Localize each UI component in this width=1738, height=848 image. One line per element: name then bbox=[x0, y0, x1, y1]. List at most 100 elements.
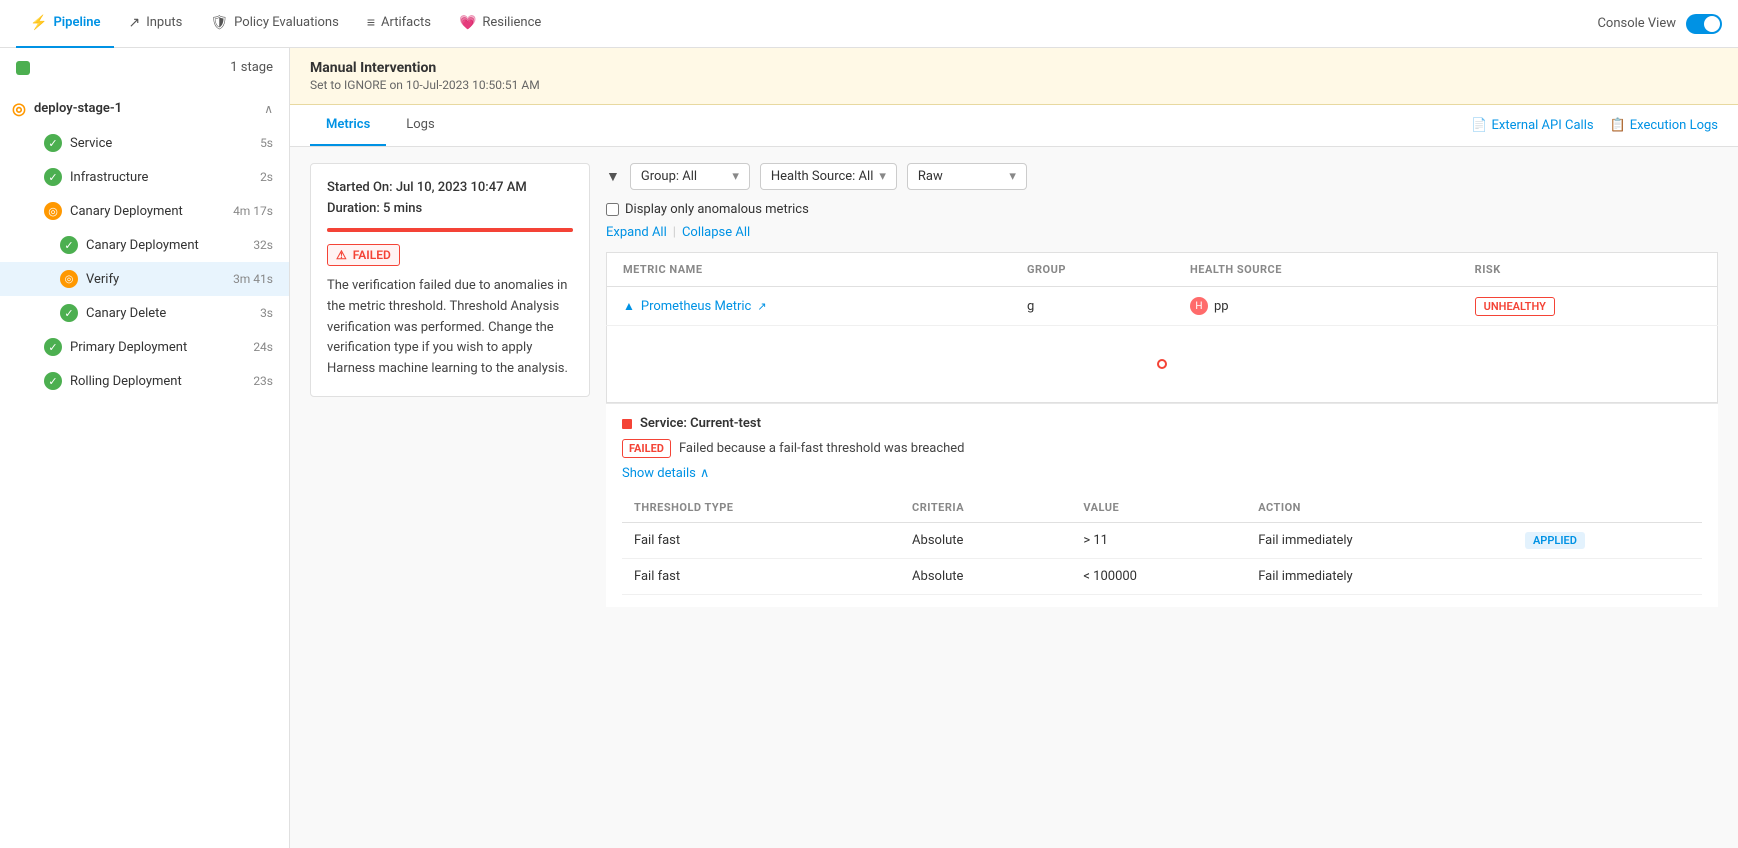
step-canary-delete-status: ✓ bbox=[60, 304, 78, 322]
step-canary-group-label: Canary Deployment bbox=[70, 204, 183, 219]
threshold-applied-2 bbox=[1513, 559, 1702, 595]
threshold-action-2: Fail immediately bbox=[1246, 559, 1513, 595]
execution-logs-icon: 📋 bbox=[1610, 118, 1626, 133]
main-layout: 1 stage ◎ deploy-stage-1 ∧ ✓ Service 5s bbox=[0, 48, 1738, 848]
raw-filter[interactable]: Raw ▾ bbox=[907, 163, 1027, 190]
anomaly-checkbox-label: Display only anomalous metrics bbox=[625, 202, 809, 217]
health-source-chevron: ▾ bbox=[879, 169, 886, 184]
col-action: ACTION bbox=[1246, 493, 1513, 523]
threshold-criteria-1: Absolute bbox=[900, 523, 1071, 559]
policy-icon: 🛡 bbox=[210, 15, 228, 31]
nav-policy-evaluations[interactable]: 🛡 Policy Evaluations bbox=[196, 0, 352, 48]
top-navigation: ⚡ Pipeline ↗ Inputs 🛡 Policy Evaluations… bbox=[0, 0, 1738, 48]
anomaly-checkbox-input[interactable] bbox=[606, 203, 619, 216]
expand-collapse-bar: Expand All | Collapse All bbox=[606, 225, 1718, 240]
service-message: Failed because a fail-fast threshold was… bbox=[679, 441, 965, 456]
step-infrastructure-status: ✓ bbox=[44, 168, 62, 186]
step-canary-group-status: ◎ bbox=[44, 202, 62, 220]
intervention-title: Manual Intervention bbox=[310, 60, 1718, 76]
progress-fill bbox=[327, 228, 573, 232]
step-primary-deployment[interactable]: ✓ Primary Deployment 24s bbox=[0, 330, 289, 364]
filter-bar: ▼ Group: All ▾ Health Source: All ▾ Raw … bbox=[606, 163, 1718, 190]
chart-row bbox=[607, 326, 1718, 403]
threshold-value-1: > 11 bbox=[1071, 523, 1246, 559]
stage-indicator bbox=[16, 61, 30, 75]
step-primary-label: Primary Deployment bbox=[70, 340, 187, 355]
intervention-banner: Manual Intervention Set to IGNORE on 10-… bbox=[290, 48, 1738, 105]
applied-badge: APPLIED bbox=[1525, 532, 1585, 549]
step-canary-deployment-group[interactable]: ◎ Canary Deployment 4m 17s bbox=[0, 194, 289, 228]
metric-health-cell: H pp bbox=[1174, 287, 1459, 326]
threshold-table-header: THRESHOLD TYPE CRITERIA VALUE ACTION bbox=[622, 493, 1702, 523]
step-canary-child-duration: 32s bbox=[253, 238, 273, 252]
step-canary-delete-duration: 3s bbox=[260, 306, 273, 320]
metrics-table: METRIC NAME GROUP HEALTH SOURCE RISK ▲ bbox=[606, 252, 1718, 403]
artifacts-icon: ≡ bbox=[367, 14, 375, 31]
step-verify-label: Verify bbox=[86, 272, 119, 287]
stage-group-header[interactable]: ◎ deploy-stage-1 ∧ bbox=[0, 91, 289, 126]
metrics-tabs: Metrics Logs 📄 External API Calls 📋 Exec… bbox=[290, 105, 1738, 147]
metric-name-cell: ▲ Prometheus Metric ↗ bbox=[607, 287, 1011, 326]
console-view-toggle[interactable] bbox=[1686, 14, 1722, 34]
show-details-button[interactable]: Show details ∧ bbox=[622, 466, 1702, 481]
step-infrastructure[interactable]: ✓ Infrastructure 2s bbox=[0, 160, 289, 194]
health-source-filter[interactable]: Health Source: All ▾ bbox=[760, 163, 897, 190]
threshold-table: THRESHOLD TYPE CRITERIA VALUE ACTION Fai… bbox=[622, 493, 1702, 595]
step-primary-duration: 24s bbox=[253, 340, 273, 354]
tab-metrics[interactable]: Metrics bbox=[310, 105, 386, 146]
external-link-icon[interactable]: ↗ bbox=[757, 300, 766, 313]
step-verify-status: ◎ bbox=[60, 270, 78, 288]
table-row: ▲ Prometheus Metric ↗ g bbox=[607, 287, 1718, 326]
content-area: Manual Intervention Set to IGNORE on 10-… bbox=[290, 48, 1738, 848]
prometheus-metric-cell[interactable]: ▲ Prometheus Metric ↗ bbox=[623, 299, 995, 314]
service-failed-row: FAILED Failed because a fail-fast thresh… bbox=[622, 439, 1702, 458]
step-canary-delete[interactable]: ✓ Canary Delete 3s bbox=[0, 296, 289, 330]
threshold-type-2: Fail fast bbox=[622, 559, 900, 595]
stage-header: 1 stage bbox=[0, 48, 289, 87]
info-panel: Started On: Jul 10, 2023 10:47 AM Durati… bbox=[310, 163, 590, 397]
chart-cell bbox=[607, 326, 1718, 403]
metrics-two-col: Started On: Jul 10, 2023 10:47 AM Durati… bbox=[310, 163, 1718, 607]
nav-artifacts[interactable]: ≡ Artifacts bbox=[353, 0, 445, 48]
filter-icon: ▼ bbox=[606, 168, 620, 185]
col-applied bbox=[1513, 493, 1702, 523]
threshold-type-1: Fail fast bbox=[622, 523, 900, 559]
threshold-applied-1: APPLIED bbox=[1513, 523, 1702, 559]
col-risk: RISK bbox=[1459, 253, 1718, 287]
step-rolling-duration: 23s bbox=[253, 374, 273, 388]
group-filter[interactable]: Group: All ▾ bbox=[630, 163, 750, 190]
expand-all-button[interactable]: Expand All bbox=[606, 225, 667, 240]
step-rolling-deployment[interactable]: ✓ Rolling Deployment 23s bbox=[0, 364, 289, 398]
nav-inputs[interactable]: ↗ Inputs bbox=[114, 0, 196, 48]
stage-chevron-icon: ∧ bbox=[264, 102, 273, 116]
collapse-all-button[interactable]: Collapse All bbox=[682, 225, 750, 240]
started-label: Started On: bbox=[327, 180, 393, 195]
raw-filter-chevron: ▾ bbox=[1009, 169, 1016, 184]
service-dot bbox=[622, 419, 632, 429]
nav-resilience[interactable]: 💗 Resilience bbox=[445, 0, 555, 48]
chart-dot bbox=[1157, 359, 1167, 369]
execution-logs-button[interactable]: 📋 Execution Logs bbox=[1610, 118, 1718, 133]
stage-group: ◎ deploy-stage-1 ∧ ✓ Service 5s ✓ Infras… bbox=[0, 87, 289, 402]
duration-row: Duration: 5 mins bbox=[327, 201, 573, 216]
nav-right: Console View bbox=[1597, 14, 1722, 34]
step-canary-delete-label: Canary Delete bbox=[86, 306, 166, 321]
col-value: VALUE bbox=[1071, 493, 1246, 523]
service-header: Service: Current-test bbox=[622, 416, 1702, 431]
col-health-source: HEALTH SOURCE bbox=[1174, 253, 1459, 287]
step-verify[interactable]: ◎ Verify 3m 41s bbox=[0, 262, 289, 296]
resilience-icon: 💗 bbox=[459, 15, 476, 31]
threshold-row-2: Fail fast Absolute < 100000 Fail immedia… bbox=[622, 559, 1702, 595]
pipeline-icon: ⚡ bbox=[30, 15, 47, 31]
external-api-calls-button[interactable]: 📄 External API Calls bbox=[1471, 118, 1593, 133]
col-metric-name: METRIC NAME bbox=[607, 253, 1011, 287]
tab-logs[interactable]: Logs bbox=[390, 105, 450, 146]
step-service[interactable]: ✓ Service 5s bbox=[0, 126, 289, 160]
step-rolling-status: ✓ bbox=[44, 372, 62, 390]
metrics-table-header: METRIC NAME GROUP HEALTH SOURCE RISK bbox=[607, 253, 1718, 287]
step-canary-deployment-child[interactable]: ✓ Canary Deployment 32s bbox=[0, 228, 289, 262]
nav-pipeline[interactable]: ⚡ Pipeline bbox=[16, 0, 114, 48]
col-criteria: CRITERIA bbox=[900, 493, 1071, 523]
step-rolling-label: Rolling Deployment bbox=[70, 374, 182, 389]
duration-value: 5 mins bbox=[383, 201, 422, 216]
